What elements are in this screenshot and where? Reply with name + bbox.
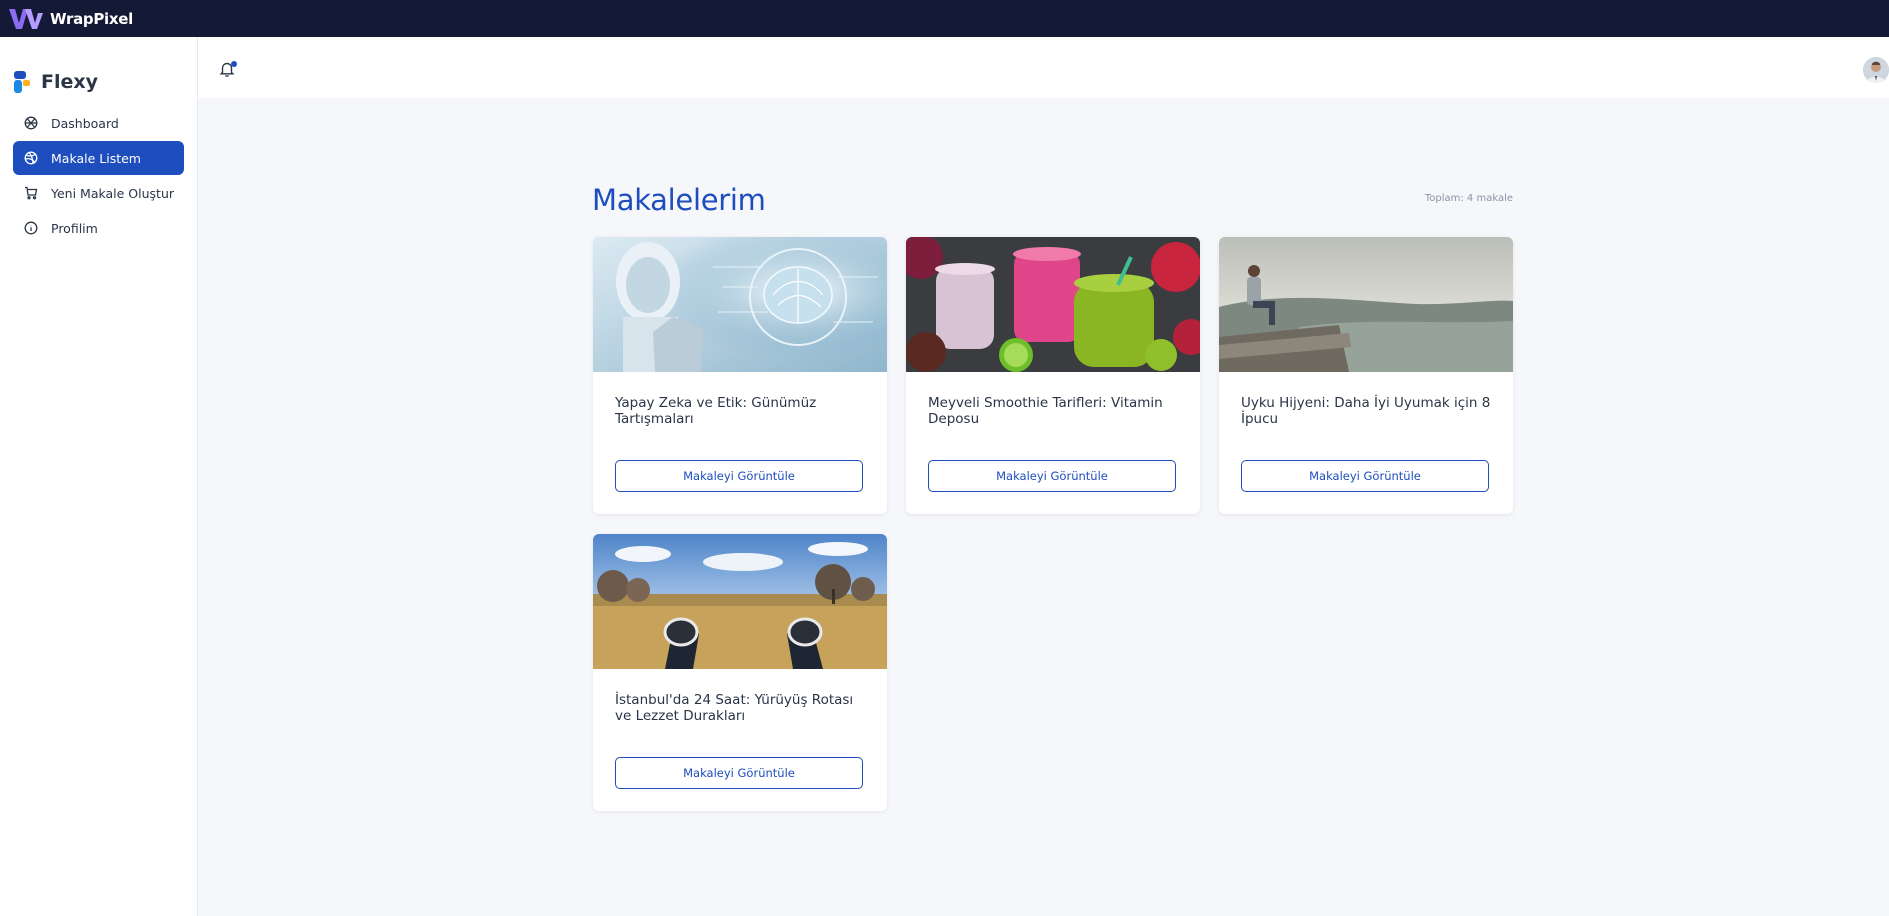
article-image-cliff[interactable]	[1219, 237, 1513, 372]
wrappixel-logo[interactable]: WrapPixel	[8, 7, 133, 31]
article-image-sneakers[interactable]	[593, 534, 887, 669]
view-article-button[interactable]: Makaleyi Görüntüle	[1241, 460, 1489, 492]
article-title[interactable]: İstanbul'da 24 Saat: Yürüyüş Rotası ve L…	[615, 692, 865, 724]
view-article-button[interactable]: Makaleyi Görüntüle	[615, 460, 863, 492]
sidebar-item-label: Dashboard	[51, 115, 119, 131]
sidebar: Flexy Dashboard Makale Listem Yeni Makal…	[0, 37, 198, 916]
article-title[interactable]: Uyku Hijyeni: Daha İyi Uyumak için 8 İpu…	[1241, 395, 1491, 427]
article-image-ai[interactable]	[593, 237, 887, 372]
wrappixel-brand-text: WrapPixel	[50, 9, 133, 28]
sidebar-nav: Dashboard Makale Listem Yeni Makale Oluş…	[0, 106, 197, 245]
article-card: İstanbul'da 24 Saat: Yürüyüş Rotası ve L…	[593, 534, 887, 811]
article-image-smoothie[interactable]	[906, 237, 1200, 372]
app-header	[198, 37, 1889, 98]
info-icon	[23, 220, 39, 236]
sidebar-item-profilim[interactable]: Profilim	[13, 211, 184, 245]
aperture-icon	[23, 115, 39, 131]
flexy-logo[interactable]: Flexy	[0, 37, 197, 104]
article-card: Yapay Zeka ve Etik: Günümüz Tartışmaları…	[593, 237, 887, 514]
view-article-button[interactable]: Makaleyi Görüntüle	[615, 757, 863, 789]
sidebar-item-label: Yeni Makale Oluştur	[51, 185, 175, 201]
article-count: Toplam: 4 makale	[1424, 193, 1513, 204]
flexy-brand-text: Flexy	[41, 70, 99, 93]
notification-dot	[231, 61, 237, 67]
sidebar-item-label: Makale Listem	[51, 150, 141, 166]
cart-icon	[23, 185, 39, 201]
sidebar-item-yeni-makale[interactable]: Yeni Makale Oluştur	[13, 176, 184, 210]
dribbble-icon	[23, 150, 39, 166]
article-card: Meyveli Smoothie Tarifleri: Vitamin Depo…	[906, 237, 1200, 514]
top-banner: WrapPixel	[0, 0, 1889, 37]
page-title: Makalelerim	[592, 183, 766, 217]
sidebar-item-dashboard[interactable]: Dashboard	[13, 106, 184, 140]
article-title[interactable]: Meyveli Smoothie Tarifleri: Vitamin Depo…	[928, 395, 1178, 427]
article-title[interactable]: Yapay Zeka ve Etik: Günümüz Tartışmaları	[615, 395, 865, 427]
user-avatar[interactable]	[1863, 57, 1889, 83]
article-card: Uyku Hijyeni: Daha İyi Uyumak için 8 İpu…	[1219, 237, 1513, 514]
view-article-button[interactable]: Makaleyi Görüntüle	[928, 460, 1176, 492]
flexy-logo-icon	[14, 70, 30, 93]
sidebar-item-label: Profilim	[51, 220, 98, 236]
sidebar-item-makale-listem[interactable]: Makale Listem	[13, 141, 184, 175]
wrappixel-logo-icon	[9, 8, 43, 29]
